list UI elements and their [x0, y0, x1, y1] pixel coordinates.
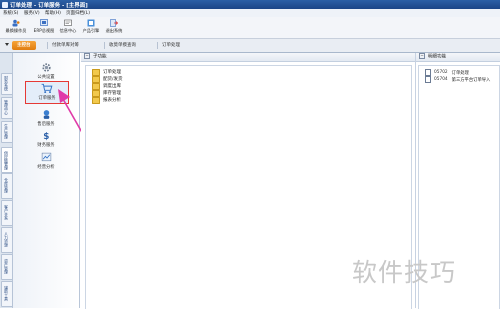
list-item[interactable]: 报表分析 — [92, 97, 121, 104]
watermark: 软件技巧 — [352, 258, 457, 287]
subfunction-header: − 子功能 — [81, 53, 415, 62]
list-item[interactable]: 配货/发货 — [92, 76, 123, 83]
list-item[interactable]: 订单处理 — [92, 69, 121, 76]
list-item[interactable]: 05704 第三方平台订单导入 — [425, 76, 490, 83]
list-item[interactable]: 调度出库 — [92, 83, 121, 90]
folder-icon — [92, 83, 100, 90]
folder-icon — [92, 76, 100, 83]
folder-icon — [92, 97, 100, 104]
document-icon — [425, 76, 431, 83]
collapse-icon[interactable]: − — [419, 53, 425, 59]
list-item[interactable]: 05702 订单处理 — [425, 69, 469, 76]
folder-icon — [92, 90, 100, 97]
list-item[interactable]: 库存管理 — [92, 90, 121, 97]
collapse-icon[interactable]: − — [84, 53, 90, 59]
folder-icon — [92, 69, 100, 76]
document-icon — [425, 69, 431, 76]
detail-function-header: − 明细功能 — [416, 53, 500, 62]
